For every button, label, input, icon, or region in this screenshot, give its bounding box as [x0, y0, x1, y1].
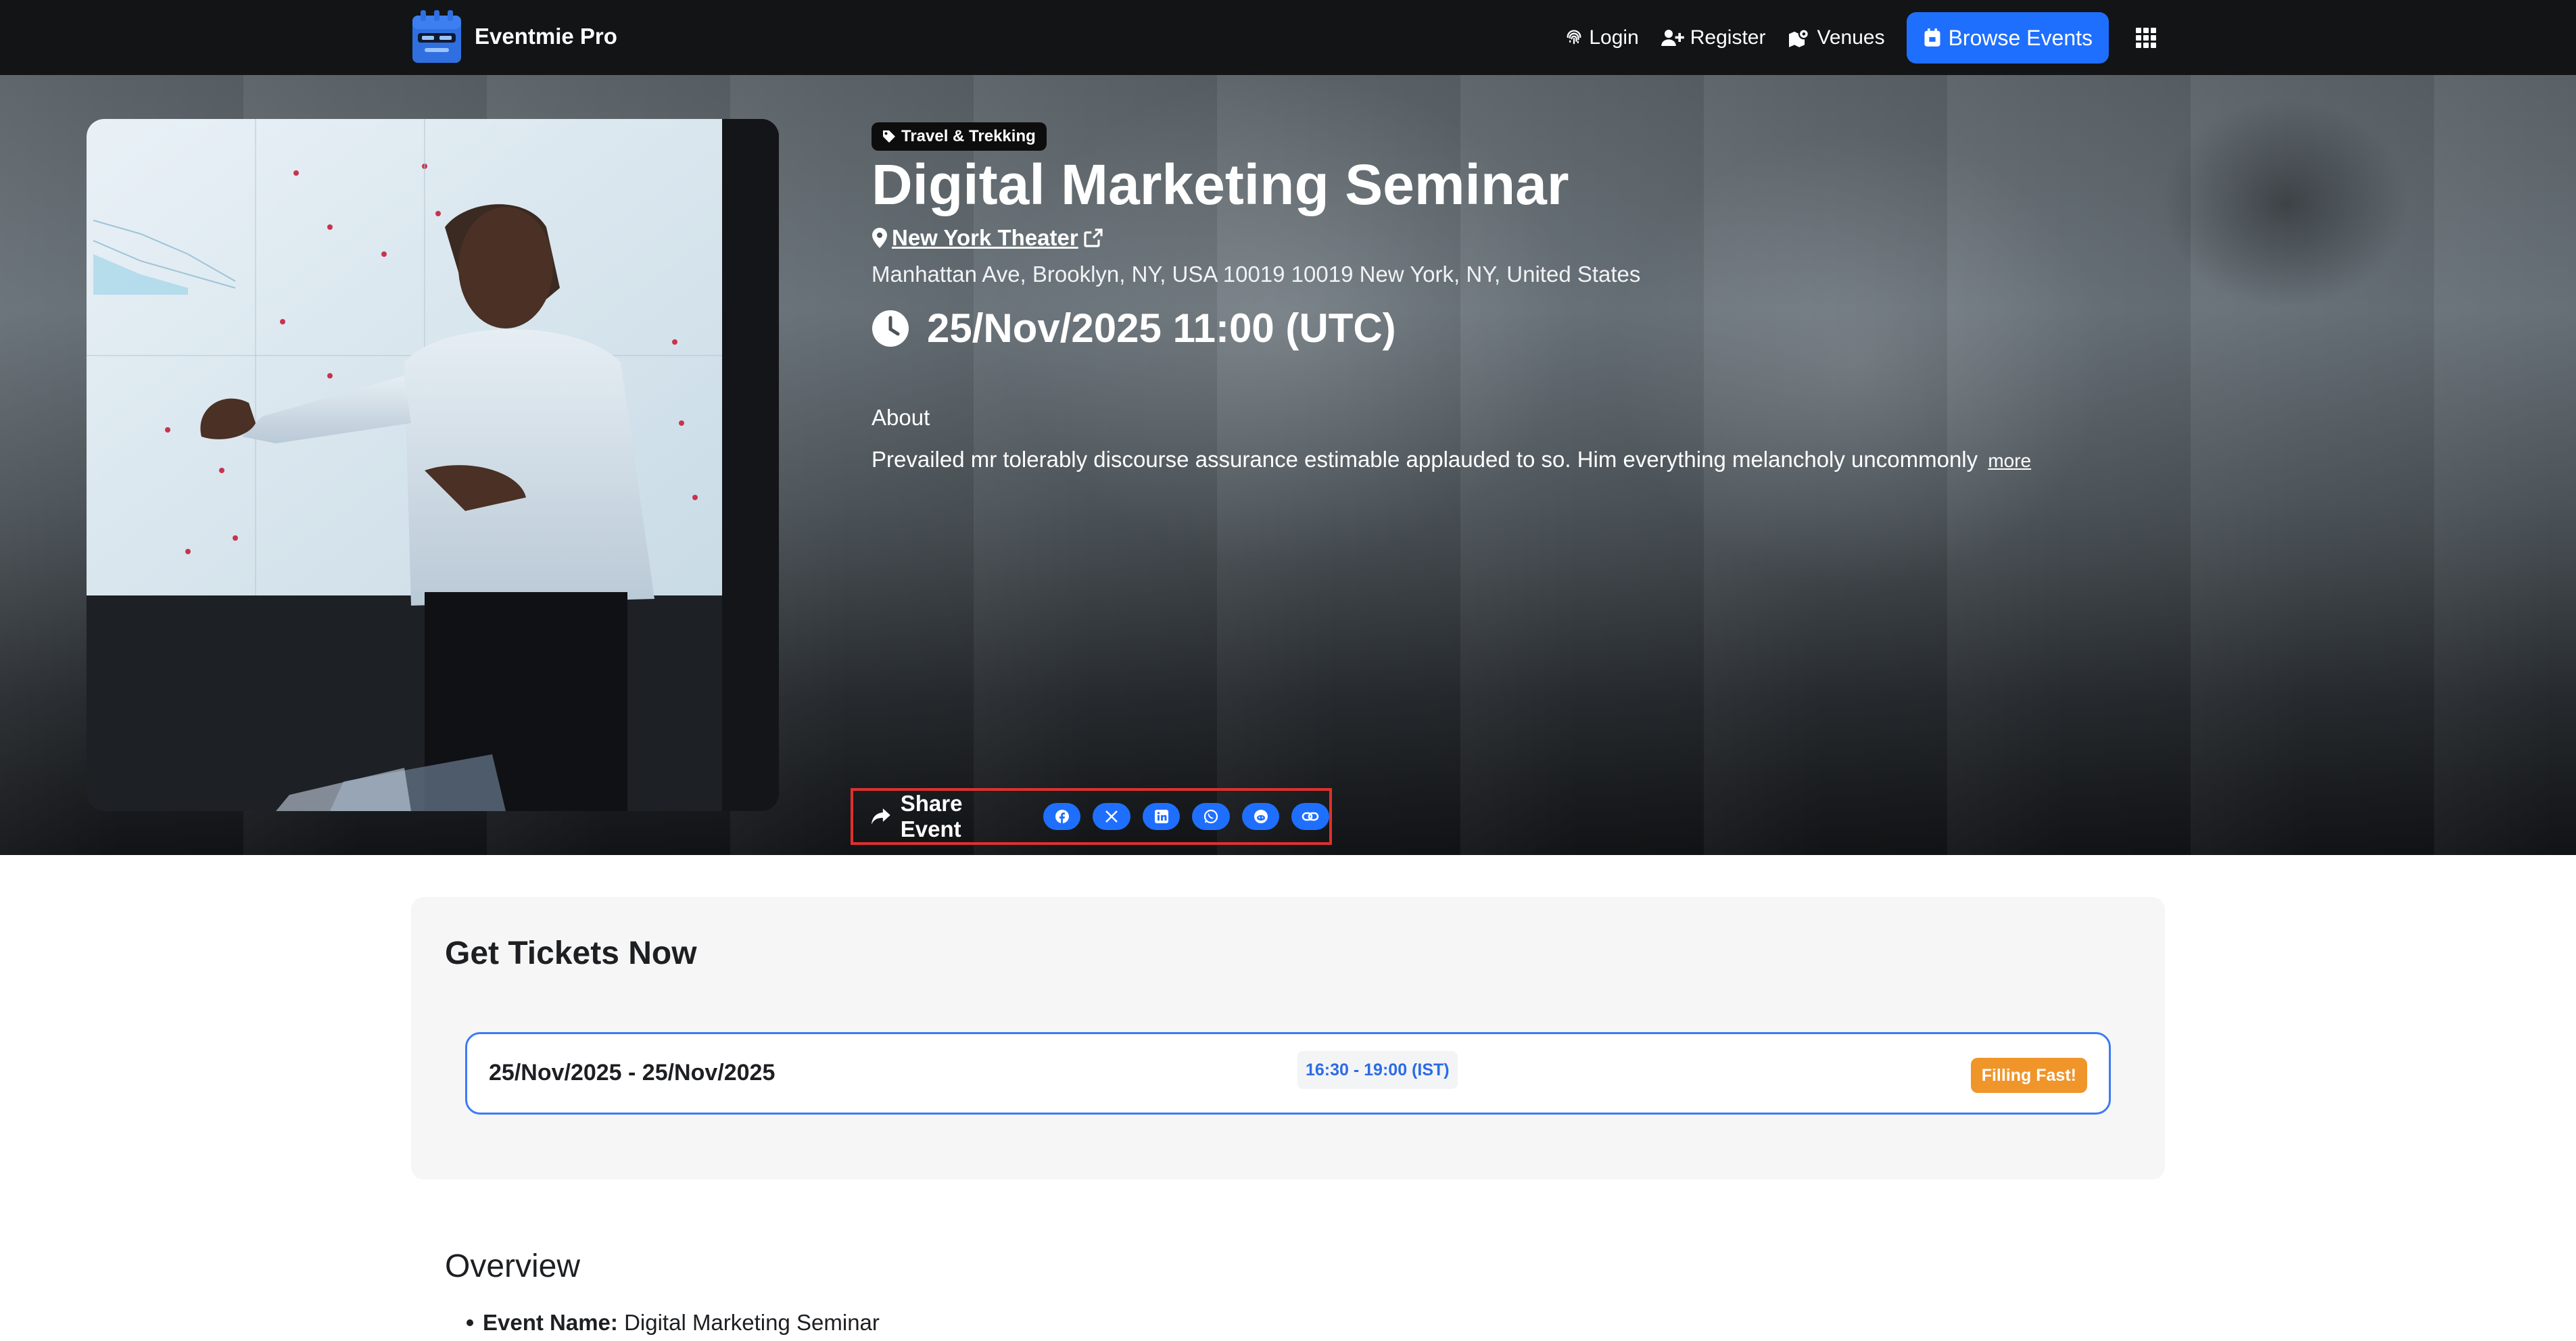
user-plus-icon — [1661, 30, 1684, 46]
share-event-bar: Share Event — [851, 788, 1332, 845]
nav-venues-label: Venues — [1817, 26, 1885, 49]
nav-login[interactable]: Login — [1565, 26, 1639, 49]
category-badge: Travel & Trekking — [872, 122, 1047, 151]
top-navbar: Eventmie Pro Login Register Venues Brows… — [0, 0, 2576, 75]
event-title: Digital Marketing Seminar — [872, 153, 1569, 216]
share-whatsapp-button[interactable] — [1192, 803, 1230, 830]
share-arrow-icon — [871, 808, 890, 825]
schedule-time-badge: 16:30 - 19:00 (IST) — [1297, 1051, 1458, 1089]
map-location-icon — [1789, 28, 1810, 47]
whatsapp-icon — [1204, 809, 1218, 824]
browse-events-button[interactable]: Browse Events — [1906, 12, 2109, 64]
category-label: Travel & Trekking — [901, 127, 1036, 145]
event-hero: Travel & Trekking Digital Marketing Semi… — [0, 75, 2576, 855]
reddit-icon — [1254, 810, 1268, 823]
link-icon — [1302, 812, 1319, 821]
overview-item-value: Digital Marketing Seminar — [617, 1310, 880, 1335]
share-reddit-button[interactable] — [1241, 803, 1280, 830]
browse-events-label: Browse Events — [1948, 25, 2093, 50]
presenter-photo — [87, 119, 779, 811]
nav-menu: Login Register Venues Browse Events — [1565, 12, 2156, 64]
bullet-icon — [467, 1319, 473, 1326]
fingerprint-icon — [1567, 30, 1581, 45]
tickets-panel: Get Tickets Now 25/Nov/2025 - 25/Nov/202… — [411, 897, 2165, 1179]
tag-icon — [883, 130, 895, 143]
brand-name: Eventmie Pro — [475, 24, 617, 49]
venue-link[interactable]: New York Theater — [892, 225, 1078, 251]
filling-fast-badge: Filling Fast! — [1970, 1058, 2087, 1093]
share-x-button[interactable] — [1093, 803, 1130, 830]
overview-heading: Overview — [445, 1248, 581, 1284]
share-facebook-button[interactable] — [1043, 803, 1081, 830]
about-text: Prevailed mr tolerably discourse assuran… — [872, 447, 2031, 472]
venue-address: Manhattan Ave, Brooklyn, NY, USA 10019 1… — [872, 262, 1641, 287]
share-event-label: Share Event — [871, 791, 1028, 842]
brand-link[interactable]: Eventmie Pro — [411, 8, 617, 65]
brand-logo-icon — [412, 10, 461, 63]
linkedin-icon — [1154, 810, 1168, 823]
about-description: Prevailed mr tolerably discourse assuran… — [872, 447, 1978, 472]
map-pin-icon — [872, 228, 887, 248]
overview-list: Event Name: Digital Marketing Seminar — [467, 1310, 880, 1336]
overview-item-label: Event Name: — [483, 1310, 618, 1335]
about-more-link[interactable]: more — [1988, 450, 2031, 471]
clock-icon — [872, 310, 909, 347]
share-event-text: Share Event — [900, 791, 963, 842]
event-datetime: 25/Nov/2025 11:00 (UTC) — [872, 305, 1396, 351]
nav-register-label: Register — [1690, 26, 1766, 49]
x-icon — [1105, 810, 1118, 823]
calendar-icon — [1924, 28, 1940, 47]
event-datetime-text: 25/Nov/2025 11:00 (UTC) — [927, 306, 1396, 351]
nav-login-label: Login — [1589, 26, 1639, 49]
external-link-icon[interactable] — [1082, 227, 1104, 249]
tickets-heading: Get Tickets Now — [445, 935, 697, 971]
venue-row: New York Theater — [872, 225, 1104, 251]
schedule-card[interactable]: 25/Nov/2025 - 25/Nov/2025 16:30 - 19:00 … — [465, 1032, 2111, 1115]
facebook-icon — [1055, 810, 1069, 823]
share-linkedin-button[interactable] — [1142, 803, 1180, 830]
nav-register[interactable]: Register — [1661, 26, 1766, 49]
event-poster-image — [87, 119, 779, 811]
apps-grid-icon[interactable] — [2136, 28, 2156, 48]
nav-venues[interactable]: Venues — [1787, 26, 1885, 49]
share-copy-link-button[interactable] — [1291, 803, 1329, 830]
about-heading: About — [872, 405, 930, 430]
overview-item: Event Name: Digital Marketing Seminar — [467, 1310, 880, 1336]
schedule-date-range: 25/Nov/2025 - 25/Nov/2025 — [489, 1060, 776, 1086]
